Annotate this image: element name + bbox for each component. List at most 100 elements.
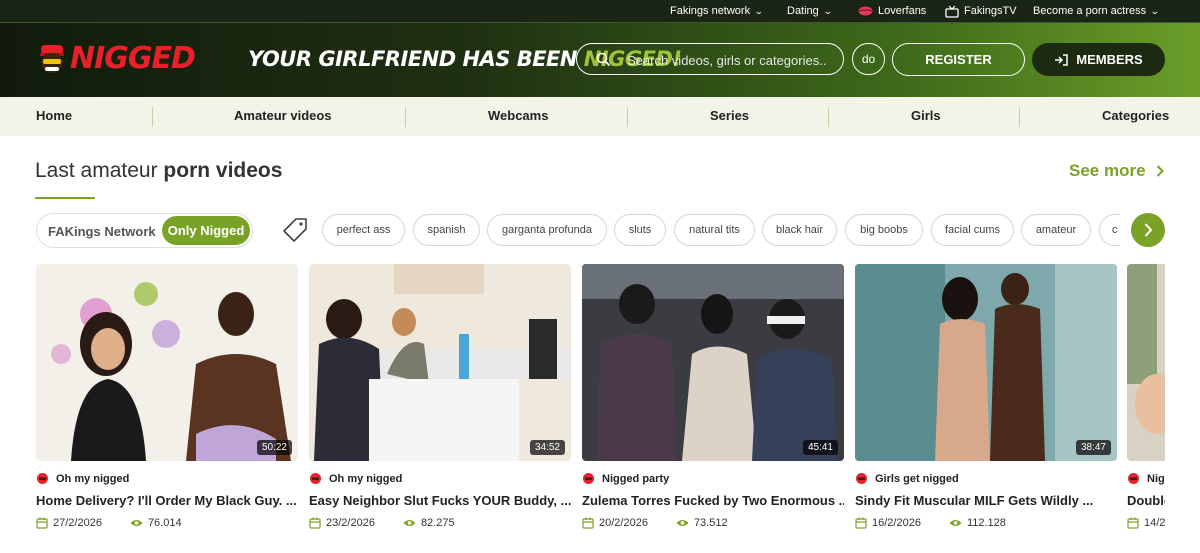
eye-icon — [403, 520, 416, 526]
calendar-icon — [582, 517, 594, 529]
eye-icon — [676, 520, 689, 526]
channel-name: Nigged party — [602, 472, 670, 485]
tags-next-button[interactable] — [1131, 213, 1165, 247]
tag-chip[interactable]: big boobs — [845, 214, 923, 246]
tag-chip[interactable]: sluts — [614, 214, 666, 246]
topnav-label: Dating — [787, 5, 819, 17]
nav-home[interactable]: Home — [36, 108, 72, 123]
register-button[interactable]: REGISTER — [892, 43, 1025, 76]
nav-divider — [627, 107, 628, 127]
calendar-icon — [309, 517, 321, 529]
channel-link[interactable]: Nig — [1127, 472, 1165, 485]
nav-amateur-videos[interactable]: Amateur videos — [234, 108, 332, 123]
channel-link[interactable]: Girls get nigged — [855, 472, 959, 485]
video-meta: 14/2/ — [1127, 517, 1165, 529]
video-views: 76.014 — [147, 517, 182, 529]
channel-logo-icon — [856, 473, 867, 484]
thumbnail-image — [855, 264, 1117, 461]
video-meta: 27/2/2026 76.014 — [36, 517, 182, 529]
tag-chip[interactable]: amateur — [1021, 214, 1091, 246]
tag-icon — [283, 218, 307, 242]
video-meta: 16/2/2026 112.128 — [855, 517, 1006, 529]
tag-chip[interactable]: perfect ass — [322, 214, 405, 246]
calendar-icon — [855, 517, 867, 529]
video-duration: 38:47 — [1075, 440, 1111, 455]
video-date: 14/2/ — [1144, 517, 1165, 529]
channel-name: Nig — [1147, 472, 1165, 485]
toggle-fakings-network[interactable]: FAKings Network — [48, 224, 156, 239]
site-logo[interactable]: NIGGED — [70, 41, 196, 76]
video-title[interactable]: Easy Neighbor Slut Fucks YOUR Buddy, ... — [309, 493, 571, 508]
video-thumbnail[interactable]: 45:41 — [582, 264, 844, 461]
topnav-become-actress[interactable]: Become a porn actress ⌄ — [1033, 3, 1160, 19]
video-thumbnail[interactable]: 50:22 — [36, 264, 298, 461]
video-duration: 34:52 — [529, 440, 565, 455]
video-date: 16/2/2026 — [872, 517, 921, 529]
chevron-right-icon — [1144, 223, 1153, 237]
main-nav: Home Amateur videos Webcams Series Girls… — [0, 97, 1200, 136]
nav-divider — [152, 107, 153, 127]
topnav-label: Loverfans — [878, 5, 927, 17]
tag-chip[interactable]: facial cums — [931, 214, 1014, 246]
nav-categories[interactable]: Categories — [1102, 108, 1169, 123]
card-clip: Nig Double 14/2/ — [1127, 264, 1165, 544]
video-title[interactable]: Double — [1127, 493, 1165, 508]
thumbnail-image — [309, 264, 571, 461]
video-thumbnail[interactable]: 38:47 — [855, 264, 1117, 461]
channel-logo-icon — [37, 473, 48, 484]
nav-webcams[interactable]: Webcams — [488, 108, 548, 123]
members-label: MEMBERS — [1076, 52, 1143, 67]
slogan-main: YOUR GIRLFRIEND HAS BEEN — [248, 47, 577, 71]
topnav-fakings-network[interactable]: Fakings network ⌄ — [670, 3, 764, 19]
video-views: 112.128 — [966, 517, 1006, 529]
mascot-logo-icon[interactable] — [38, 43, 66, 75]
channel-name: Girls get nigged — [875, 472, 959, 485]
network-toggle: FAKings Network Only Nigged — [36, 213, 253, 248]
search-box[interactable] — [576, 43, 844, 75]
see-more-link[interactable]: See more — [1069, 161, 1164, 181]
video-date: 23/2/2026 — [326, 517, 375, 529]
section-title-bold: porn videos — [163, 159, 283, 182]
tag-chip[interactable]: natural tits — [674, 214, 755, 246]
search-input[interactable] — [625, 50, 829, 70]
calendar-icon — [1127, 517, 1139, 529]
topnav-loverfans[interactable]: Loverfans — [858, 3, 926, 19]
video-title[interactable]: Zulema Torres Fucked by Two Enormous ... — [582, 493, 844, 508]
video-thumbnail[interactable] — [1127, 264, 1165, 461]
search-icon[interactable] — [596, 52, 610, 66]
video-title[interactable]: Home Delivery? I'll Order My Black Guy. … — [36, 493, 298, 508]
video-thumbnail[interactable]: 34:52 — [309, 264, 571, 461]
tag-strip: perfect ass spanish garganta profunda sl… — [322, 214, 1120, 248]
tag-chip[interactable]: c — [1099, 214, 1120, 246]
eye-icon — [949, 520, 962, 526]
video-title[interactable]: Sindy Fit Muscular MILF Gets Wildly ... — [855, 493, 1117, 508]
top-network-bar: Fakings network ⌄ Dating ⌄ Loverfans Fak… — [0, 0, 1200, 22]
nav-divider — [828, 107, 829, 127]
channel-link[interactable]: Nigged party — [582, 472, 669, 485]
topnav-fakingstv[interactable]: FakingsTV — [945, 3, 1017, 19]
video-date: 27/2/2026 — [53, 517, 102, 529]
video-date: 20/2/2026 — [599, 517, 648, 529]
language-selector[interactable]: do — [852, 43, 885, 75]
channel-name: Oh my nigged — [329, 472, 403, 485]
tag-chip[interactable]: garganta profunda — [487, 214, 607, 246]
nav-girls[interactable]: Girls — [911, 108, 941, 123]
toggle-only-nigged[interactable]: Only Nigged — [162, 216, 250, 245]
channel-logo-icon — [583, 473, 594, 484]
tag-chip[interactable]: black hair — [762, 214, 837, 246]
chevron-down-icon: ⌄ — [1149, 5, 1160, 16]
nav-series[interactable]: Series — [710, 108, 749, 123]
video-views: 82.275 — [420, 517, 455, 529]
video-duration: 45:41 — [802, 440, 838, 455]
video-duration: 50:22 — [256, 440, 292, 455]
members-button[interactable]: MEMBERS — [1032, 43, 1165, 76]
thumbnail-image — [1127, 264, 1165, 461]
channel-link[interactable]: Oh my nigged — [36, 472, 129, 485]
video-meta: 20/2/2026 73.512 — [582, 517, 728, 529]
channel-link[interactable]: Oh my nigged — [309, 472, 402, 485]
eye-icon — [130, 520, 143, 526]
login-icon — [1055, 53, 1069, 66]
topnav-dating[interactable]: Dating ⌄ — [787, 3, 832, 19]
tag-chip[interactable]: spanish — [413, 214, 480, 246]
chevron-down-icon: ⌄ — [753, 5, 764, 16]
